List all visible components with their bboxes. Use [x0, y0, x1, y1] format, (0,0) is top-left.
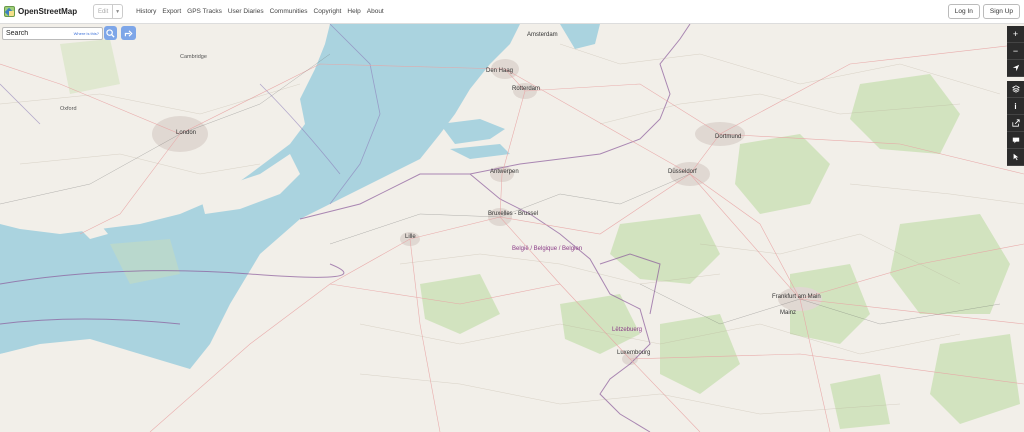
label-letzebuerg: Lëtzebuerg: [612, 327, 643, 333]
locate-button[interactable]: [1007, 60, 1024, 77]
nav-about[interactable]: About: [364, 8, 387, 15]
main-nav: History Export GPS Tracks User Diaries C…: [133, 8, 387, 15]
map-canvas[interactable]: Amsterdam Den Haag Rotterdam Antwerpen B…: [0, 24, 1024, 432]
nav-export[interactable]: Export: [159, 8, 184, 15]
info-icon: i: [1014, 101, 1017, 111]
label-antwerpen: Antwerpen: [490, 169, 519, 175]
note-icon: [1012, 137, 1019, 144]
signup-button[interactable]: Sign Up: [982, 4, 1020, 19]
search-icon: [106, 28, 115, 38]
label-brussel: Bruxelles - Brussel: [488, 211, 539, 217]
query-icon: [1013, 153, 1018, 161]
osm-logo-icon: [4, 6, 15, 17]
layers-button[interactable]: [1007, 81, 1024, 98]
label-rotterdam: Rotterdam: [512, 86, 541, 92]
brand-name: OpenStreetMap: [18, 7, 78, 16]
label-mainz: Mainz: [780, 310, 797, 316]
auth-buttons: Log In Sign Up: [947, 4, 1020, 19]
nav-help[interactable]: Help: [344, 8, 363, 15]
search-button[interactable]: [104, 26, 117, 40]
chevron-down-icon: ▼: [115, 8, 121, 15]
nav-copyright[interactable]: Copyright: [311, 8, 345, 15]
edit-button[interactable]: Edit: [93, 4, 114, 19]
logo[interactable]: OpenStreetMap: [4, 6, 77, 17]
label-den-haag: Den Haag: [486, 68, 514, 74]
nav-gps-tracks[interactable]: GPS Tracks: [184, 8, 225, 15]
directions-button[interactable]: [121, 26, 136, 40]
where-is-this-link[interactable]: Where is this?: [74, 31, 99, 36]
query-features-button[interactable]: [1007, 149, 1024, 166]
label-london: London: [176, 130, 197, 136]
label-amsterdam: Amsterdam: [527, 32, 558, 38]
search-input[interactable]: [3, 30, 65, 37]
map-controls: + − i: [1007, 26, 1024, 166]
zoom-in-button[interactable]: +: [1007, 26, 1024, 43]
search-bar: Where is this?: [2, 27, 103, 40]
zoom-in-icon: +: [1012, 29, 1019, 39]
label-dortmund: Dortmund: [715, 134, 742, 140]
label-luxembourg-city: Luxembourg: [617, 350, 651, 356]
top-header: OpenStreetMap Edit ▼ History Export GPS …: [0, 0, 1024, 24]
share-button[interactable]: [1007, 115, 1024, 132]
label-belgie: België / Belgique / Belgien: [512, 246, 583, 252]
add-note-button[interactable]: [1007, 132, 1024, 149]
edit-button-group: Edit ▼: [93, 4, 124, 19]
label-lille: Lille: [405, 234, 416, 240]
legend-button[interactable]: i: [1007, 98, 1024, 115]
locate-icon: [1012, 64, 1019, 72]
edit-dropdown-toggle[interactable]: ▼: [113, 4, 124, 19]
label-frankfurt: Frankfurt am Main: [772, 294, 821, 300]
nav-communities[interactable]: Communities: [267, 8, 311, 15]
nav-history[interactable]: History: [133, 8, 159, 15]
zoom-out-icon: −: [1012, 46, 1019, 56]
nav-user-diaries[interactable]: User Diaries: [225, 8, 267, 15]
label-oxford: Oxford: [60, 106, 77, 112]
layers-icon: [1011, 85, 1020, 93]
directions-icon: [124, 29, 133, 37]
login-button[interactable]: Log In: [947, 4, 980, 19]
label-dusseldorf: Düsseldorf: [668, 169, 697, 175]
zoom-out-button[interactable]: −: [1007, 43, 1024, 60]
label-cambridge: Cambridge: [180, 54, 207, 60]
share-icon: [1011, 119, 1020, 127]
